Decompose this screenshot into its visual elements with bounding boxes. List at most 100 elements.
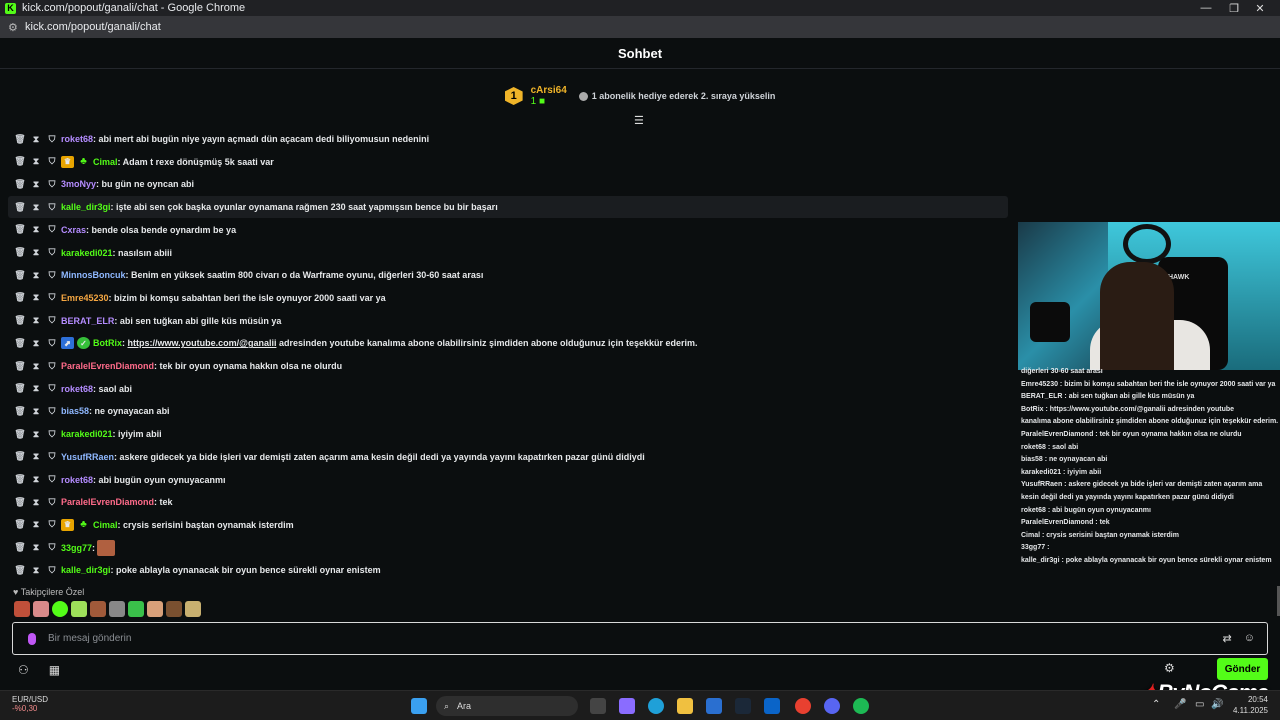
emoji-icon[interactable]: ☺ bbox=[1244, 632, 1255, 645]
chat-message[interactable]: 🗑 ⧗ ⛉ bias58: ne oynayacan abi bbox=[8, 400, 1008, 422]
emote-7[interactable] bbox=[128, 601, 144, 617]
emote-5[interactable] bbox=[90, 601, 106, 617]
chat-message[interactable]: 🗑 ⧗ ⛉ karakedi021: nasılsın abiii bbox=[8, 242, 1008, 264]
ban-icon[interactable]: ⛉ bbox=[46, 338, 58, 349]
chat-username[interactable]: karakedi021 bbox=[61, 248, 113, 258]
chat-tools-icon[interactable]: ⚇ bbox=[18, 663, 29, 677]
timeout-icon[interactable]: ⧗ bbox=[30, 247, 42, 258]
timeout-icon[interactable]: ⧗ bbox=[30, 383, 42, 394]
chat-link[interactable]: https://www.youtube.com/@ganalii bbox=[128, 338, 277, 348]
chat-username[interactable]: ParalelEvrenDiamond bbox=[61, 497, 154, 507]
chat-message[interactable]: 🗑 ⧗ ⛉ Cxras: bende olsa bende oynardım be y… bbox=[8, 219, 1008, 241]
timeout-icon[interactable]: ⧗ bbox=[30, 156, 42, 167]
delete-icon[interactable]: 🗑 bbox=[14, 519, 26, 530]
timeout-icon[interactable]: ⧗ bbox=[30, 497, 42, 508]
volume-icon[interactable]: 🔊 bbox=[1211, 699, 1223, 710]
timeout-icon[interactable]: ⧗ bbox=[30, 338, 42, 349]
timeout-icon[interactable]: ⧗ bbox=[30, 292, 42, 303]
ban-icon[interactable]: ⛉ bbox=[46, 497, 58, 508]
delete-icon[interactable]: 🗑 bbox=[14, 202, 26, 213]
timeout-icon[interactable]: ⧗ bbox=[30, 179, 42, 190]
chat-message[interactable]: 🗑 ⧗ ⛉ kalle_dir3gi: işte abi sen çok başka … bbox=[8, 196, 1008, 219]
chat-message[interactable]: 🗑 ⧗ ⛉ roket68: abi bugün oyun oynuyacanmı bbox=[8, 469, 1008, 491]
translate-icon[interactable]: ⇄ bbox=[1223, 632, 1232, 645]
chat-username[interactable]: bias58 bbox=[61, 406, 89, 416]
collapse-icon[interactable]: ☰ bbox=[634, 114, 644, 127]
delete-icon[interactable]: 🗑 bbox=[14, 406, 26, 417]
timeout-icon[interactable]: ⧗ bbox=[30, 202, 42, 213]
microphone-icon[interactable] bbox=[28, 632, 36, 645]
timeout-icon[interactable]: ⧗ bbox=[30, 429, 42, 440]
emote-6[interactable] bbox=[109, 601, 125, 617]
delete-icon[interactable]: 🗑 bbox=[14, 270, 26, 281]
chat-message[interactable]: 🗑 ⧗ ⛉ ♛ ♣ Cimal: crysis serisini baştan oynam… bbox=[8, 514, 1008, 536]
chat-username[interactable]: kalle_dir3gi bbox=[61, 202, 111, 212]
chat-username[interactable]: ParalelEvrenDiamond bbox=[61, 361, 154, 371]
delete-icon[interactable]: 🗑 bbox=[14, 292, 26, 303]
chat-username[interactable]: Cxras bbox=[61, 225, 86, 235]
chat-message[interactable]: 🗑 ⧗ ⛉ BERAT_ELR: abi sen tuğkan abi gille k… bbox=[8, 310, 1008, 332]
chat-username[interactable]: 33gg77 bbox=[61, 543, 92, 553]
chat-message[interactable]: 🗑 ⧗ ⛉ 3moNyy: bu gün ne oyncan abi bbox=[8, 173, 1008, 195]
emote-3[interactable] bbox=[52, 601, 68, 617]
chat-message[interactable]: 🗑 ⧗ ⛉ ParalelEvrenDiamond: tek bbox=[8, 491, 1008, 513]
tray-overflow-icon[interactable]: ⌃ bbox=[1152, 699, 1160, 710]
outlook-icon[interactable] bbox=[764, 698, 780, 714]
chat-message[interactable]: 🗑 ⧗ ⛉ ⬈ ✓ BotRix: https://www.youtube.com/@ga… bbox=[8, 332, 1008, 354]
close-button[interactable]: ✕ bbox=[1240, 0, 1280, 16]
input-placeholder[interactable]: Bir mesaj gönderin bbox=[48, 633, 131, 644]
chat-username[interactable]: BERAT_ELR bbox=[61, 316, 114, 326]
ban-icon[interactable]: ⛉ bbox=[46, 179, 58, 190]
send-button[interactable]: Gönder bbox=[1217, 658, 1268, 680]
ban-icon[interactable]: ⛉ bbox=[46, 519, 58, 530]
mic-tray-icon[interactable]: 🎤 bbox=[1174, 699, 1186, 710]
delete-icon[interactable]: 🗑 bbox=[14, 134, 26, 145]
chat-message[interactable]: 🗑 ⧗ ⛉ Emre45230: bizim bi komşu sabahtan be… bbox=[8, 287, 1008, 309]
chat-username[interactable]: kalle_dir3gi bbox=[61, 565, 111, 575]
timeout-icon[interactable]: ⧗ bbox=[30, 224, 42, 235]
timeout-icon[interactable]: ⧗ bbox=[30, 134, 42, 145]
timeout-icon[interactable]: ⧗ bbox=[30, 270, 42, 281]
chat-username[interactable]: Cimal bbox=[93, 157, 118, 167]
ban-icon[interactable]: ⛉ bbox=[46, 315, 58, 326]
delete-icon[interactable]: 🗑 bbox=[14, 429, 26, 440]
chat-message[interactable]: 🗑 ⧗ ⛉ roket68: saol abi bbox=[8, 378, 1008, 400]
chat-username[interactable]: YusufRRaen bbox=[61, 452, 114, 462]
ban-icon[interactable]: ⛉ bbox=[46, 383, 58, 394]
ban-icon[interactable]: ⛉ bbox=[46, 156, 58, 167]
chat-message[interactable]: 🗑 ⧗ ⛉ roket68: abi mert abi bugün niye yayı… bbox=[8, 128, 1008, 150]
ban-icon[interactable]: ⛉ bbox=[46, 451, 58, 462]
chat-username[interactable]: roket68 bbox=[61, 134, 93, 144]
delete-icon[interactable]: 🗑 bbox=[14, 383, 26, 394]
chat-username[interactable]: karakedi021 bbox=[61, 429, 113, 439]
delete-icon[interactable]: 🗑 bbox=[14, 224, 26, 235]
delete-icon[interactable]: 🗑 bbox=[14, 156, 26, 167]
settings-gear-icon[interactable]: ⚙ bbox=[1164, 661, 1175, 675]
timeout-icon[interactable]: ⧗ bbox=[30, 565, 42, 576]
chat-username[interactable]: roket68 bbox=[61, 475, 93, 485]
timeout-icon[interactable]: ⧗ bbox=[30, 519, 42, 530]
display-icon[interactable]: ▭ bbox=[1195, 699, 1204, 710]
gifter-name[interactable]: cArsi64 bbox=[531, 85, 567, 96]
ban-icon[interactable]: ⛉ bbox=[46, 292, 58, 303]
ban-icon[interactable]: ⛉ bbox=[46, 270, 58, 281]
chat-username[interactable]: 3moNyy bbox=[61, 179, 96, 189]
emote-9[interactable] bbox=[166, 601, 182, 617]
chat-username[interactable]: BotRix bbox=[93, 338, 122, 348]
emote-2[interactable] bbox=[33, 601, 49, 617]
emote-10[interactable] bbox=[185, 601, 201, 617]
chat-username[interactable]: Emre45230 bbox=[61, 293, 109, 303]
file-explorer-icon[interactable] bbox=[677, 698, 693, 714]
ban-icon[interactable]: ⛉ bbox=[46, 474, 58, 485]
delete-icon[interactable]: 🗑 bbox=[14, 451, 26, 462]
delete-icon[interactable]: 🗑 bbox=[14, 565, 26, 576]
ban-icon[interactable]: ⛉ bbox=[46, 429, 58, 440]
ticker-widget[interactable]: EUR/USD -%0,30 bbox=[12, 695, 48, 713]
chat-message[interactable]: 🗑 ⧗ ⛉ ♛ ♣ Cimal: Adam t rexe dönüşmüş 5k saat… bbox=[8, 151, 1008, 173]
clock[interactable]: 20:54 4.11.2025 bbox=[1226, 694, 1268, 716]
emote-1[interactable] bbox=[14, 601, 30, 617]
chat-message[interactable]: 🗑 ⧗ ⛉ karakedi021: iyiyim abii bbox=[8, 423, 1008, 445]
timeout-icon[interactable]: ⧗ bbox=[30, 406, 42, 417]
chat-username[interactable]: roket68 bbox=[61, 384, 93, 394]
timeout-icon[interactable]: ⧗ bbox=[30, 451, 42, 462]
